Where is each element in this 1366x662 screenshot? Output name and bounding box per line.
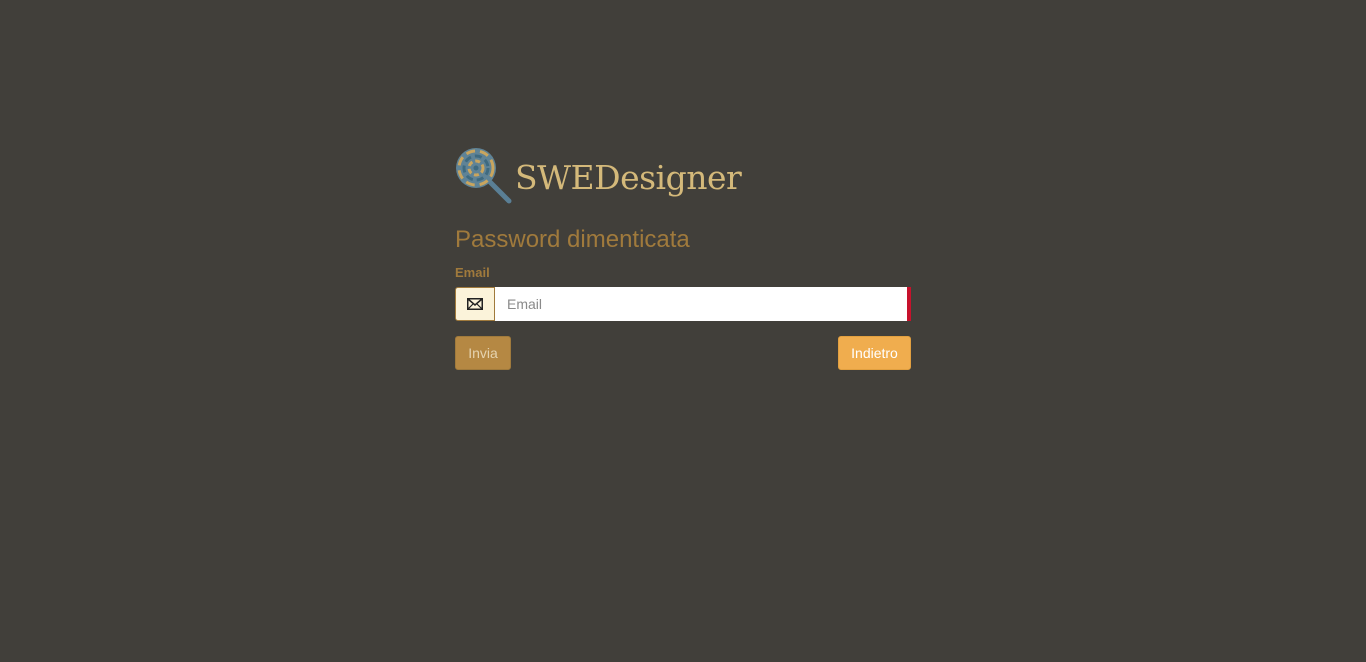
forgot-password-panel: SWEDesigner Password dimenticata Email I… bbox=[455, 144, 911, 370]
brand-name: SWEDesigner bbox=[515, 157, 742, 197]
email-label: Email bbox=[455, 265, 490, 280]
envelope-icon bbox=[455, 287, 495, 321]
form-actions: Invia Indietro bbox=[455, 336, 911, 370]
brand-logo: SWEDesigner bbox=[455, 144, 911, 204]
back-button[interactable]: Indietro bbox=[838, 336, 911, 370]
email-input-group bbox=[455, 287, 911, 321]
submit-button[interactable]: Invia bbox=[455, 336, 511, 370]
lollipop-magnifier-icon bbox=[455, 144, 513, 204]
page-title: Password dimenticata bbox=[455, 226, 690, 253]
email-field[interactable] bbox=[495, 287, 911, 321]
